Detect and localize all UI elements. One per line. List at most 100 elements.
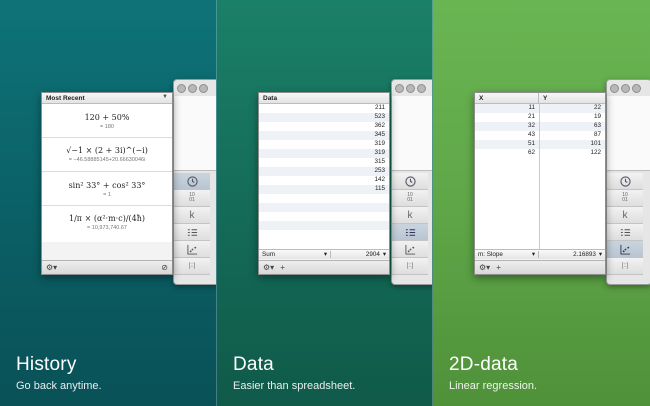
add-icon[interactable]: + [280,263,285,272]
data2d-footer: ⚙▾ + [475,260,605,274]
matrix-tab[interactable]: [::] [392,258,428,275]
sidebar: 10 01 k [::] [607,173,643,275]
data-row[interactable]: 523 [259,113,389,122]
history-icon [404,175,416,187]
data-row[interactable]: 11 22 [475,104,605,113]
aggregate-value-box: 2904 ▾ [331,251,389,258]
binary-tab[interactable]: 10 01 [174,190,210,207]
caption-subtitle: Linear regression. [449,380,538,392]
aggregate-label: Sum [262,251,275,258]
x-column-header: X [475,93,539,103]
chart-tab[interactable] [392,241,428,258]
list-icon [187,228,197,236]
constants-tab[interactable]: k [607,207,643,224]
gear-icon[interactable]: ⚙▾ [479,263,490,272]
history-item[interactable]: sin² 33° + cos² 33° = 1 [42,172,172,206]
back-window: 10 01 k [::] [391,79,432,285]
chart-icon [619,244,630,255]
statistic-label: m: Slope [478,251,503,258]
chevron-down-icon: ▼ [162,94,168,100]
history-expression: 1/π × (α²·m·c)/(4ħ) [68,214,145,223]
chevron-down-icon[interactable]: ▾ [599,251,602,258]
constants-icon: k [407,209,413,221]
data-row[interactable]: 21 19 [475,113,605,122]
data-row[interactable]: 43 87 [475,131,605,140]
data-row[interactable]: 142 [259,176,389,185]
data-row[interactable]: 115 [259,185,389,194]
matrix-tab[interactable]: [::] [607,258,643,275]
chart-icon [186,244,197,255]
data-list: 211 523 362 345 319 319 315 253 142 115 [259,104,389,249]
matrix-icon: [::] [406,263,414,269]
history-result: = 180 [100,124,114,130]
data-row[interactable] [259,203,389,212]
binary-tab[interactable]: 10 01 [607,190,643,207]
data-row[interactable]: 362 [259,122,389,131]
history-item[interactable]: √−1 × (2 + 3i)^(−i) = −46.58885145+20.66… [42,138,172,172]
data-row[interactable] [259,221,389,230]
matrix-tab[interactable]: [::] [174,258,210,275]
chart-icon [404,244,415,255]
add-icon[interactable]: + [496,263,501,272]
data2d-header: X Y [475,93,605,104]
list-tab[interactable] [174,224,210,241]
data-row[interactable]: 211 [259,104,389,113]
history-item[interactable]: 1/π × (α²·m·c)/(4ħ) = 10,973,740.67 [42,206,172,242]
data-row[interactable] [259,230,389,239]
data2d-panel: 10 01 k [::] X Y 11 22 21 19 32 63 43 87 51 10… [433,0,650,406]
history-expression: 120 + 50% [84,113,130,122]
data-header: Data [259,93,389,104]
data-row[interactable] [259,212,389,221]
chevron-down-icon: ▾ [531,251,535,258]
data-row[interactable]: 253 [259,167,389,176]
history-tab[interactable] [174,173,210,190]
caption-subtitle: Go back anytime. [16,380,102,392]
caption-title: Data [233,354,274,375]
data2d-list: 11 22 21 19 32 63 43 87 51 101 62 122 [475,104,605,249]
list-tab[interactable] [392,224,428,241]
history-tab[interactable] [607,173,643,190]
binary-tab[interactable]: 10 01 [392,190,428,207]
history-window: Most Recent ▼ 120 + 50% = 180 √−1 × (2 +… [41,92,173,275]
data-row[interactable]: 345 [259,131,389,140]
statistic-bar: m: Slope ▾ 2.16893 ▾ [475,249,605,259]
history-result: = 10,973,740.67 [87,225,127,231]
history-tab[interactable] [392,173,428,190]
statistic-select[interactable]: m: Slope ▾ [475,251,539,258]
aggregate-select[interactable]: Sum ▾ [259,251,331,258]
constants-icon: k [622,209,628,221]
history-item[interactable]: 120 + 50% = 180 [42,104,172,138]
data-row[interactable]: 62 122 [475,149,605,158]
data-panel: 10 01 k [::] Data 211 523 362 345 319 319… [217,0,433,406]
matrix-icon: [::] [188,263,196,269]
history-icon [619,175,631,187]
constants-tab[interactable]: k [174,207,210,224]
history-expression: sin² 33° + cos² 33° [68,181,146,190]
chart-tab[interactable] [607,241,643,258]
chart-tab[interactable] [174,241,210,258]
aggregate-bar: Sum ▾ 2904 ▾ [259,249,389,259]
caption-subtitle: Easier than spreadsheet. [233,380,356,392]
gear-icon[interactable]: ⚙▾ [263,263,274,272]
constants-tab[interactable]: k [392,207,428,224]
list-tab[interactable] [607,224,643,241]
data-row[interactable]: 319 [259,140,389,149]
binary-icon: 10 01 [407,192,413,203]
data-row[interactable]: 51 101 [475,140,605,149]
chevron-down-icon[interactable]: ▾ [383,251,386,258]
gear-icon[interactable]: ⚙▾ [46,263,57,272]
clear-history-icon[interactable]: ⊘ [161,263,168,272]
data-row[interactable]: 32 63 [475,122,605,131]
statistic-value-box: 2.16893 ▾ [539,251,605,258]
data-row[interactable]: 315 [259,158,389,167]
caption-title: 2D-data [449,354,518,375]
aggregate-value: 2904 [365,251,380,258]
history-dropdown[interactable]: Most Recent ▼ [42,93,172,104]
history-icon [186,175,198,187]
y-column-header: Y [543,94,548,102]
list-icon [405,228,415,236]
data-window: Data 211 523 362 345 319 319 315 253 142… [258,92,390,275]
history-panel: 10 01 k [::] Most Recent ▼ 120 + 50% = 18… [0,0,217,406]
data-row[interactable]: 319 [259,149,389,158]
data-row[interactable] [259,194,389,203]
